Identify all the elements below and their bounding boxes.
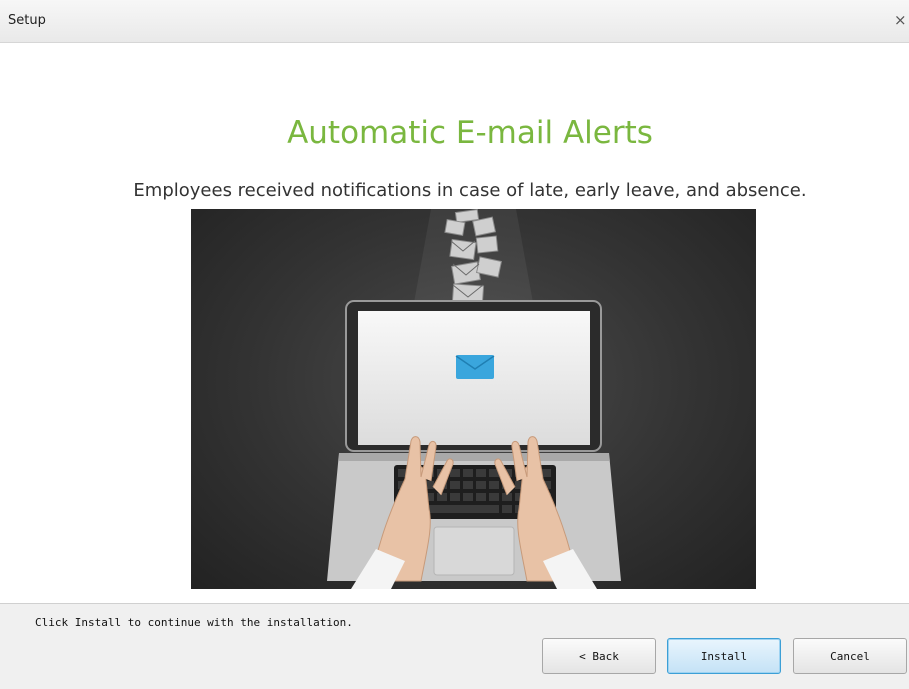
window-title: Setup — [8, 13, 46, 28]
close-icon[interactable]: × — [894, 10, 909, 30]
hero-image — [191, 209, 756, 589]
setup-window: Setup × Automatic E-mail Alerts Employee… — [0, 0, 909, 689]
status-message: Click Install to continue with the insta… — [35, 616, 353, 629]
title-bar: Setup × — [0, 0, 909, 43]
cancel-button[interactable]: Cancel — [793, 638, 907, 674]
envelope-icon — [455, 355, 495, 379]
content-panel: Automatic E-mail Alerts Employees receiv… — [0, 43, 909, 603]
footer-bar: Click Install to continue with the insta… — [0, 603, 909, 689]
install-button[interactable]: Install — [667, 638, 781, 674]
page-subtitle: Employees received notifications in case… — [133, 180, 807, 201]
back-button[interactable]: < Back — [542, 638, 656, 674]
page-title: Automatic E-mail Alerts — [287, 115, 653, 151]
laptop-illustration — [327, 209, 621, 589]
